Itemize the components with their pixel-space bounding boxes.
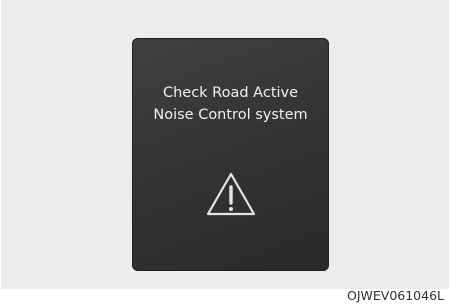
illustration-frame: Check Road Active Noise Control system xyxy=(1,0,449,289)
warning-message-line-2: Noise Control system xyxy=(153,107,308,123)
cluster-warning-display: Check Road Active Noise Control system xyxy=(132,38,329,271)
warning-message-line-1: Check Road Active xyxy=(162,85,299,101)
warning-message: Check Road Active Noise Control system xyxy=(132,82,329,126)
warning-triangle-icon xyxy=(206,172,256,216)
figure-code: OJWEV061046L xyxy=(346,288,444,303)
